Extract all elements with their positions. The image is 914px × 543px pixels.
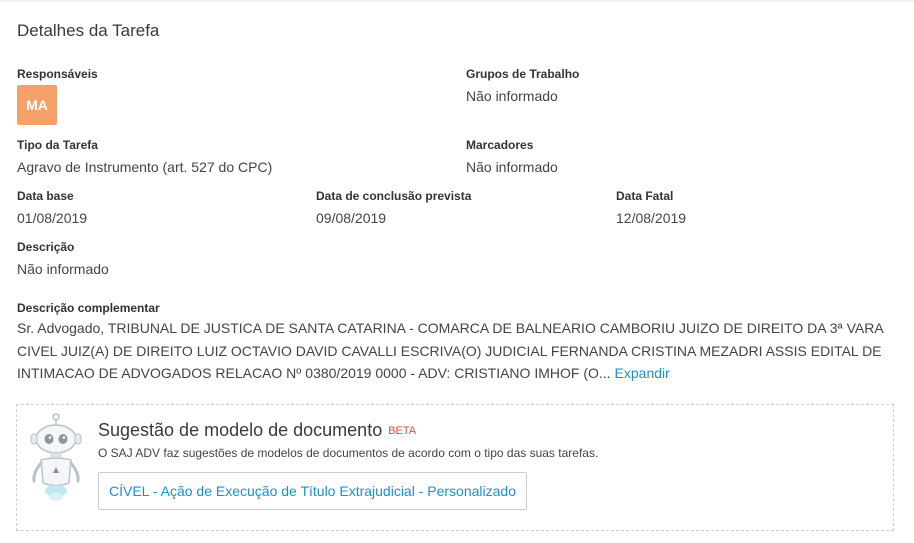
suggested-template-button[interactable]: CÍVEL - Ação de Execução de Título Extra… (98, 472, 527, 510)
robot-icon (30, 413, 82, 501)
data-fatal-label: Data Fatal (616, 189, 674, 203)
data-fatal-value: 12/08/2019 (616, 210, 687, 226)
field-data-conclusao: Data de conclusão prevista 09/08/2019 (316, 189, 471, 226)
descricao-label: Descrição (17, 240, 75, 254)
suggestion-description: O SAJ ADV faz sugestões de modelos de do… (98, 446, 599, 460)
document-suggestion-panel: Sugestão de modelo de documento BETA O SA… (16, 404, 894, 531)
field-descricao: Descrição Não informado (17, 240, 109, 277)
descricao-complementar-value: Sr. Advogado, TRIBUNAL DE JUSTICA DE SAN… (17, 317, 902, 385)
page-title: Detalhes da Tarefa (17, 21, 160, 40)
beta-badge: BETA (388, 425, 417, 437)
field-descricao-complementar: Descrição complementar (17, 301, 160, 315)
suggestion-title: Sugestão de modelo de documento BETA (98, 420, 416, 441)
grupos-label: Grupos de Trabalho (466, 67, 580, 81)
descricao-value: Não informado (17, 261, 109, 277)
field-tipo-da-tarefa: Tipo da Tarefa Agravo de Instrumento (ar… (17, 138, 272, 175)
field-marcadores: Marcadores Não informado (466, 138, 558, 175)
avatar[interactable]: MA (17, 85, 57, 125)
suggestion-title-text: Sugestão de modelo de documento (98, 420, 383, 440)
tipo-value: Agravo de Instrumento (art. 527 do CPC) (17, 159, 273, 175)
expand-link[interactable]: Expandir (615, 365, 670, 381)
grupos-value: Não informado (466, 88, 558, 104)
data-conclusao-label: Data de conclusão prevista (316, 189, 472, 203)
data-base-label: Data base (17, 189, 74, 203)
data-base-value: 01/08/2019 (17, 210, 88, 226)
marcadores-value: Não informado (466, 159, 558, 175)
data-conclusao-value: 09/08/2019 (316, 210, 387, 226)
field-data-fatal: Data Fatal 12/08/2019 (616, 189, 686, 226)
field-data-base: Data base 01/08/2019 (17, 189, 87, 226)
responsaveis-label: Responsáveis (17, 67, 98, 81)
descricao-complementar-text: Sr. Advogado, TRIBUNAL DE JUSTICA DE SAN… (17, 320, 883, 381)
top-divider (0, 0, 914, 2)
tipo-label: Tipo da Tarefa (17, 138, 98, 152)
descricao-complementar-label: Descrição complementar (17, 301, 160, 315)
field-grupos-de-trabalho: Grupos de Trabalho Não informado (466, 67, 579, 104)
field-responsaveis: Responsáveis MA (17, 67, 98, 125)
marcadores-label: Marcadores (466, 138, 534, 152)
